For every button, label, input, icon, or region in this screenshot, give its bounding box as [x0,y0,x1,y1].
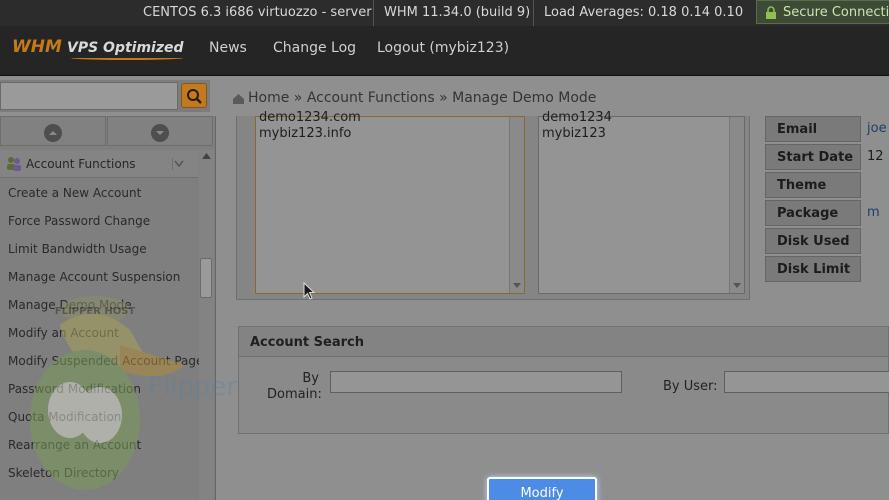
sidebar-section-title: Account Functions [26,157,136,171]
info-value[interactable]: m [867,205,880,220]
table-row: Package m [765,200,889,228]
scroll-up-arrow-icon [202,153,211,159]
account-search-title: Account Search [239,327,888,357]
info-label: Email [765,116,861,142]
divider [533,0,534,26]
scroll-up-button[interactable] [0,116,106,146]
search-input[interactable] [0,82,178,110]
demo-mode-panel: demo1234.com mybiz123.info demo1234 mybi… [236,110,750,300]
search-icon [187,89,202,104]
chevron-down-icon [513,283,521,288]
list-item[interactable]: mybiz123.info [259,126,351,141]
info-label: Start Date [765,144,861,170]
search-button[interactable] [181,83,207,108]
info-value[interactable]: joe [867,121,887,136]
scroll-down-button[interactable] [107,116,213,146]
status-bar: CENTOS 6.3 i686 virtuozzo - server WHM 1… [0,0,889,26]
listbox-scrollbar[interactable] [729,117,744,293]
table-row: Email joe [765,116,889,144]
sidebar-section-account-functions[interactable]: Account Functions [0,150,198,178]
server-info: CENTOS 6.3 i686 virtuozzo - server [143,5,372,20]
sidebar-scroll-controls [0,116,214,146]
table-row: Theme [765,172,889,200]
scrollbar-thumb[interactable] [200,258,212,298]
modify-button[interactable]: Modify [487,477,597,500]
logo-swoosh [71,56,183,60]
list-item[interactable]: demo1234 [542,110,612,125]
list-item[interactable]: demo1234.com [259,110,361,125]
chevron-up-icon [44,124,62,142]
breadcrumb-current: Manage Demo Mode [452,90,597,106]
mouse-cursor-icon [303,282,315,300]
logo-text: VPS Optimized [67,40,184,56]
lock-icon [766,6,776,19]
list-item[interactable]: mybiz123 [542,126,606,141]
whm-version: WHM 11.34.0 (build 9) [384,5,531,20]
by-user-label: By User: [663,379,718,394]
breadcrumb: Home » Account Functions » Manage Demo M… [232,90,596,106]
nav-news[interactable]: News [209,40,247,56]
secure-connection-label: Secure Connecti [783,5,889,20]
breadcrumb-home[interactable]: Home [248,90,289,106]
whm-logo[interactable]: WHM VPS Optimized [12,37,184,57]
by-domain-label: By Domain: [267,371,322,402]
info-label: Package [765,200,861,226]
user-listbox[interactable]: demo1234 mybiz123 [538,110,745,294]
info-value: 12 [867,149,884,164]
collapse-icon [172,158,184,170]
chevron-down-icon [151,124,169,142]
breadcrumb-separator: » [293,90,303,106]
breadcrumb-account-functions[interactable]: Account Functions [307,90,435,106]
table-row: Disk Used [765,228,889,256]
domain-listbox[interactable]: demo1234.com mybiz123.info [255,110,525,294]
sidebar-scrollbar[interactable] [199,150,214,500]
account-search-panel: Account Search By Domain: By User: [238,326,889,434]
divider [373,0,374,26]
table-row: Disk Limit [765,256,889,284]
sidebar-item-limit-bandwidth[interactable]: Limit Bandwidth Usage [8,242,147,256]
listbox-scrollbar[interactable] [509,117,524,293]
load-averages: Load Averages: 0.18 0.14 0.10 [544,5,744,20]
sidebar-item-force-password[interactable]: Force Password Change [8,214,150,228]
users-icon [7,157,21,171]
user-search-input[interactable] [724,371,889,393]
logo-whm: WHM [12,37,62,57]
table-row: Start Date 12 [765,144,889,172]
top-navbar: WHM VPS Optimized News Change Log Logout… [0,26,889,76]
nav-change-log[interactable]: Change Log [273,40,356,56]
info-label: Theme [765,172,861,198]
info-label: Disk Used [765,228,861,254]
nav-logout[interactable]: Logout (mybiz123) [377,40,509,56]
secure-connection-badge[interactable]: Secure Connecti [756,0,889,24]
sidebar-item-create-account[interactable]: Create a New Account [8,186,141,200]
domain-search-input[interactable] [330,371,622,393]
sidebar-search [0,80,210,112]
chevron-down-icon [733,283,741,288]
info-label: Disk Limit [765,256,861,282]
breadcrumb-separator: » [439,90,448,106]
